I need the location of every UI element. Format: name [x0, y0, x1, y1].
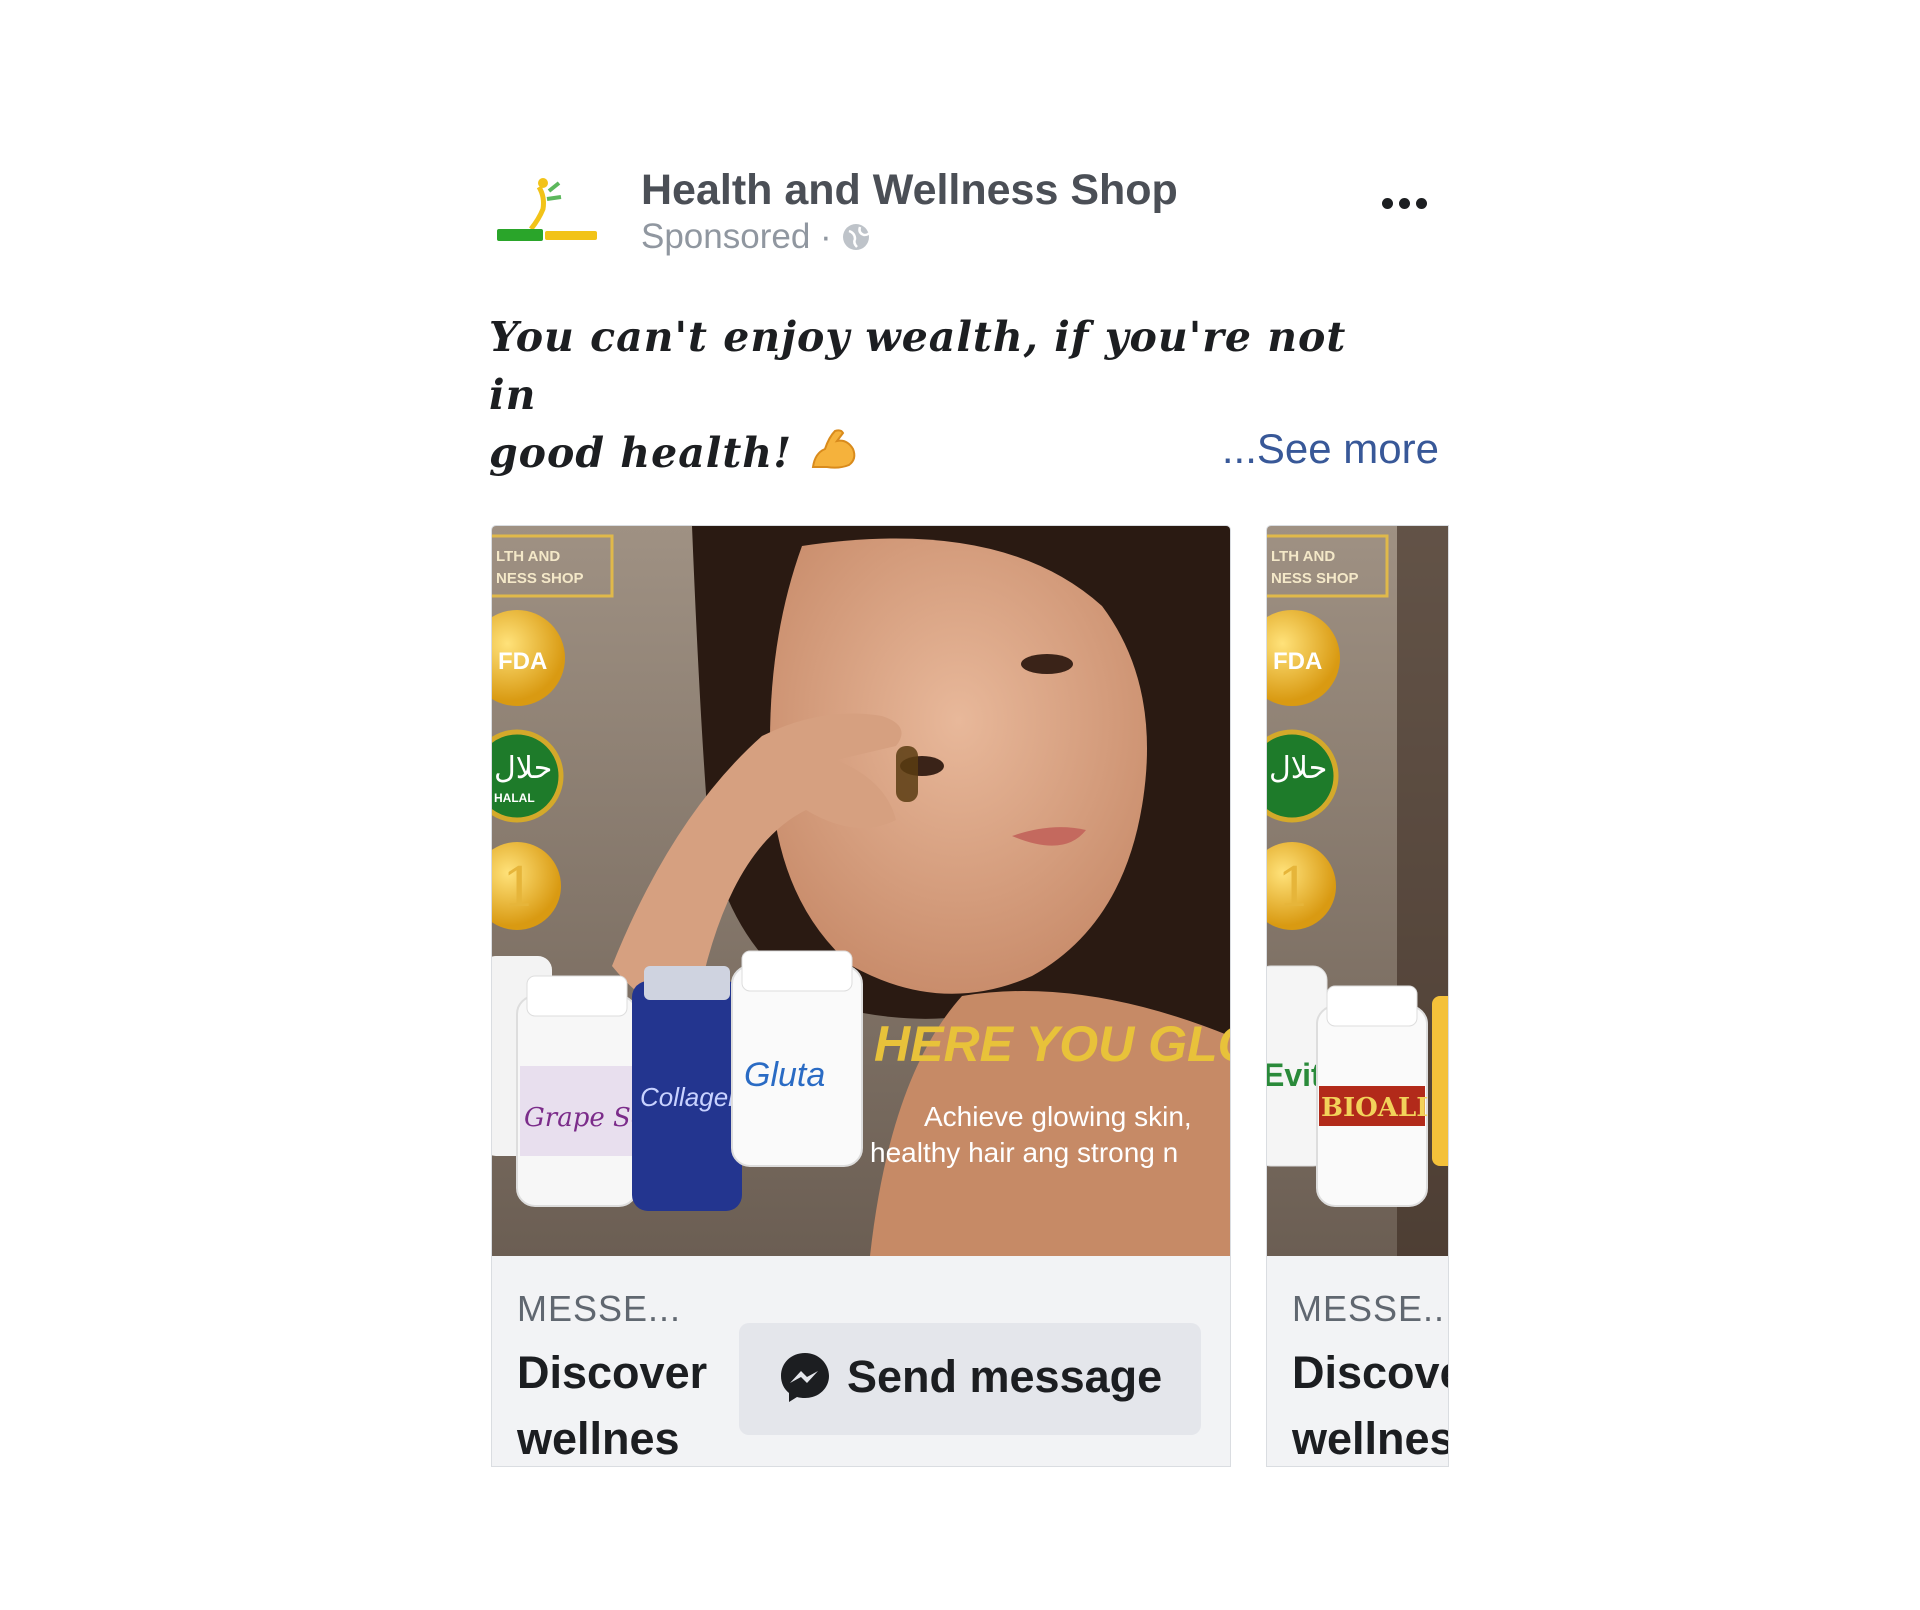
page-name[interactable]: Health and Wellness Shop — [641, 166, 1178, 215]
collagen-bottle: Collagen — [632, 966, 743, 1211]
messenger-icon — [781, 1353, 829, 1402]
send-message-label: Send message — [847, 1351, 1163, 1402]
bioali-label: BIOALI — [1321, 1093, 1428, 1123]
halal-seal-subtext: HALAL — [494, 791, 535, 805]
brand-logo[interactable] — [489, 165, 607, 283]
halal-seal-text: حلال — [1269, 751, 1327, 786]
sponsored-label[interactable]: Sponsored · — [641, 217, 832, 257]
number-one-seal-text: 1 — [1277, 856, 1311, 919]
flexed-biceps-emoji — [812, 429, 856, 469]
sponsored-post: Health and Wellness Shop Sponsored · You… — [489, 150, 1449, 1466]
link-title[interactable]: Discover wellnes — [1292, 1340, 1448, 1466]
card-footer: MESSE... Discover wellnes — [1267, 1256, 1448, 1466]
collagen-label: Collagen — [640, 1082, 743, 1112]
gluta-label: Gluta — [744, 1056, 825, 1094]
caption-line-2-text: good health! — [489, 429, 793, 477]
ad-headline: HERE YOU GLO — [874, 1016, 1230, 1072]
badge-text-1: LTH AND — [1271, 548, 1335, 565]
number-one-seal-text: 1 — [502, 856, 536, 919]
bioali-bottle: BIOALI — [1316, 985, 1428, 1207]
card-footer: MESSE... Discover wellnes Send message — [492, 1256, 1230, 1466]
fda-seal-text: FDA — [498, 648, 547, 675]
carousel-card[interactable]: LTH AND NESS SHOP FDA حلال 1 Evita BIOAL… — [1267, 526, 1448, 1466]
more-options-icon[interactable] — [1374, 178, 1434, 228]
ad-subtext-2: healthy hair ang strong n — [870, 1137, 1178, 1168]
fda-seal-text: FDA — [1273, 648, 1322, 675]
carousel-card[interactable]: LTH AND NESS SHOP FDA حلال HALAL 1 Grape… — [492, 526, 1230, 1466]
post-meta: Sponsored · — [641, 217, 872, 257]
see-more-link[interactable]: ...See more — [1222, 425, 1439, 473]
product-ad-image[interactable]: LTH AND NESS SHOP FDA حلال HALAL 1 Grape… — [492, 526, 1230, 1256]
link-label: MESSE... — [517, 1288, 682, 1329]
halal-seal-text: حلال — [494, 751, 552, 786]
gluta-bottle: Gluta — [731, 950, 863, 1167]
link-title[interactable]: Discover wellnes — [517, 1340, 717, 1466]
product-ad-image[interactable]: LTH AND NESS SHOP FDA حلال 1 Evita BIOAL… — [1267, 526, 1448, 1256]
badge-text-2: NESS SHOP — [496, 570, 584, 587]
badge-text-2: NESS SHOP — [1271, 570, 1359, 587]
send-message-button[interactable]: Send message — [739, 1323, 1201, 1435]
link-label: MESSE... — [1292, 1288, 1448, 1329]
globe-icon — [842, 224, 870, 250]
badge-text-1: LTH AND — [496, 548, 560, 565]
ad-subtext-1: Achieve glowing skin, — [924, 1101, 1192, 1132]
caption-line-1: You can't enjoy wealth, if you're not in — [489, 313, 1347, 419]
